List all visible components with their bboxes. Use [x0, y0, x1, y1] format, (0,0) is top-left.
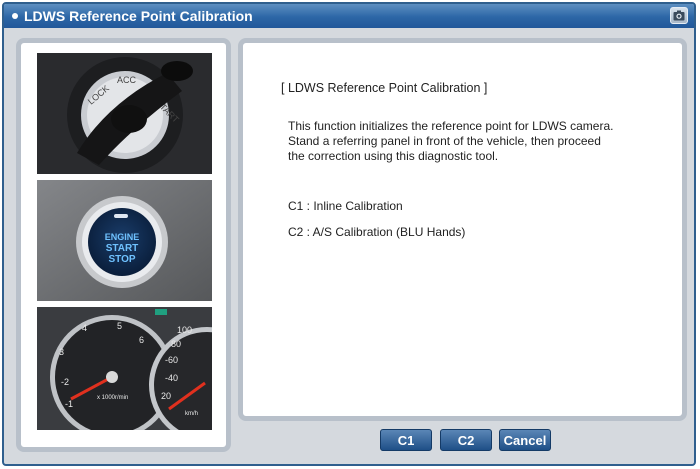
start-button-label: START [106, 243, 139, 254]
image-panel: LOCK ACC START ENGINE START STOP 3 4 5 6… [16, 38, 231, 452]
option-c1-text: C1 : Inline Calibration [288, 199, 403, 213]
content-description: This function initializes the reference … [288, 119, 614, 163]
svg-text:3: 3 [59, 347, 64, 357]
info-panel: [ LDWS Reference Point Calibration ] Thi… [238, 38, 687, 421]
cancel-button[interactable]: Cancel [499, 429, 551, 451]
window-title: LDWS Reference Point Calibration [24, 8, 253, 24]
acc-label: ACC [117, 75, 137, 85]
engine-label: ENGINE [105, 232, 140, 242]
window-icon [12, 13, 18, 19]
svg-text:-60: -60 [165, 355, 178, 365]
start-stop-button-image: ENGINE START STOP [37, 180, 212, 301]
c1-button[interactable]: C1 [380, 429, 432, 451]
camera-icon[interactable] [670, 7, 688, 24]
svg-text:-1: -1 [65, 399, 73, 409]
svg-text:-40: -40 [165, 373, 178, 383]
svg-text:6: 6 [139, 335, 144, 345]
ignition-key-image: LOCK ACC START [37, 53, 212, 174]
svg-text:20: 20 [161, 391, 171, 401]
info-content: [ LDWS Reference Point Calibration ] Thi… [281, 81, 681, 239]
kmh-label: km/h [185, 411, 198, 417]
rpm-label: x 1000r/min [97, 395, 128, 401]
svg-text:100: 100 [177, 325, 192, 335]
svg-text:80: 80 [171, 339, 181, 349]
content-heading: [ LDWS Reference Point Calibration ] [281, 81, 488, 95]
svg-text:-2: -2 [61, 377, 69, 387]
option-c2-text: C2 : A/S Calibration (BLU Hands) [288, 225, 466, 239]
svg-text:5: 5 [117, 321, 122, 331]
dialog-window: LDWS Reference Point Calibration LOCK AC… [2, 2, 696, 466]
c2-button[interactable]: C2 [440, 429, 492, 451]
svg-text:4: 4 [82, 323, 87, 333]
stop-label: STOP [108, 254, 135, 265]
instrument-cluster-image: 3 4 5 6 -2 -1 x 1000r/min 100 80 -60 -40 20 km/h [37, 307, 212, 430]
title-bar: LDWS Reference Point Calibration [4, 4, 694, 28]
